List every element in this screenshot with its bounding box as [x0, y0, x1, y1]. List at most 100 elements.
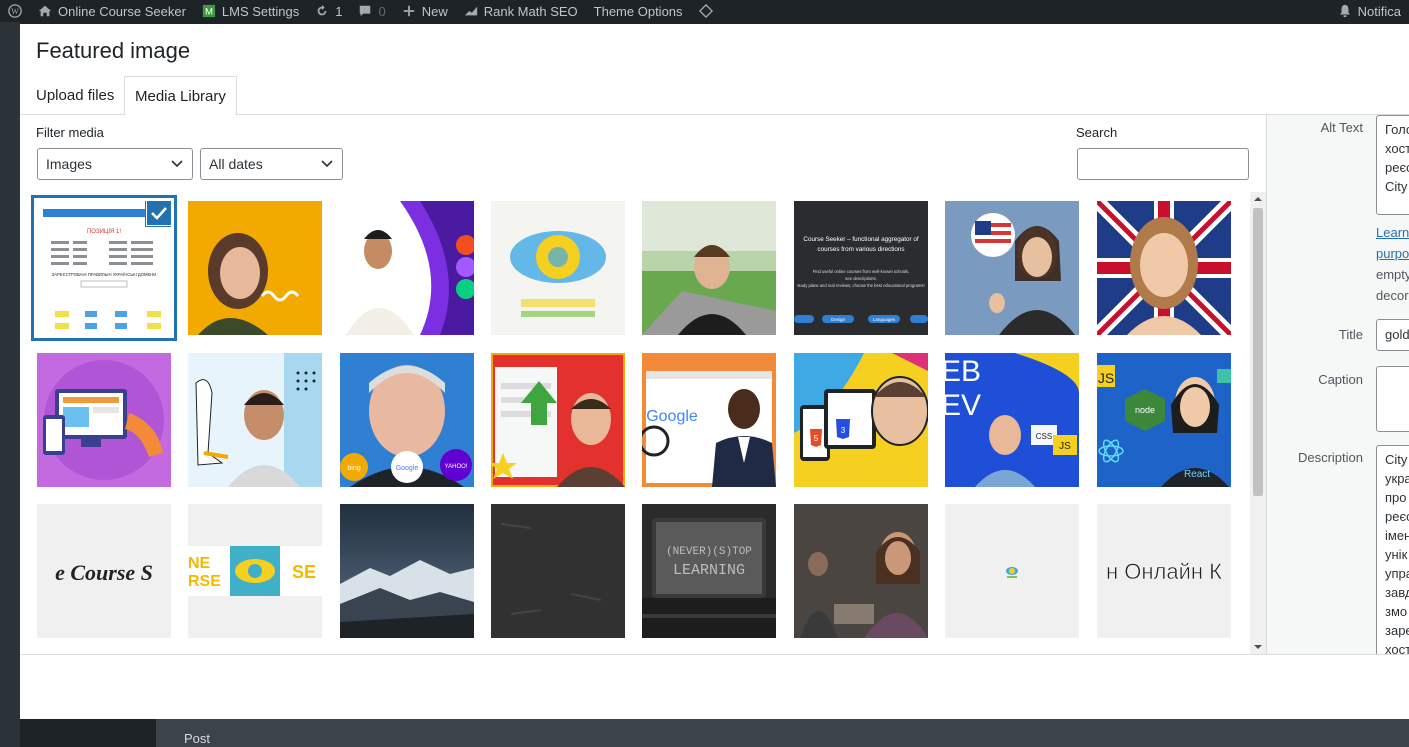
- learn-link[interactable]: Learn: [1376, 225, 1409, 240]
- wp-logo-menu[interactable]: W: [0, 0, 30, 22]
- attachment-thumb[interactable]: [188, 201, 322, 335]
- new-content-menu[interactable]: New: [394, 0, 456, 22]
- alt-text-field[interactable]: Голо хост реєс City: [1376, 115, 1409, 215]
- purpose-link[interactable]: purpo: [1376, 246, 1409, 261]
- thumb-heading-2: courses from various directions: [817, 246, 904, 253]
- attachment-preview: [794, 504, 928, 638]
- title-label: Title: [1338, 327, 1363, 342]
- attachment-preview: EB EV CSS JS: [945, 353, 1079, 487]
- attachment-thumb[interactable]: [642, 201, 776, 335]
- rank-math-icon: [464, 6, 477, 16]
- attachment-thumb[interactable]: Google: [642, 353, 776, 487]
- attachment-thumb[interactable]: e Course S: [37, 504, 171, 638]
- scroll-down-icon[interactable]: [1253, 642, 1263, 652]
- title-field[interactable]: gold: [1376, 319, 1409, 351]
- attachment-thumb[interactable]: [794, 504, 928, 638]
- description-field[interactable]: City укра про реєс імен унік упра завд з…: [1376, 445, 1409, 654]
- comment-icon: [360, 5, 371, 17]
- attachment-thumb[interactable]: EB EV CSS JS: [945, 353, 1079, 487]
- updates-menu[interactable]: 1: [307, 0, 350, 22]
- caption-label: Caption: [1318, 372, 1363, 387]
- description-line: City: [1385, 452, 1408, 467]
- media-grid: ПОЗИЦІЯ 1! ЗАРЕЄСТРОВАНІ ПРАВИЛЬНІ УКРАЇ…: [20, 192, 1252, 654]
- attachment-thumb[interactable]: 5 3: [794, 353, 928, 487]
- site-name-menu[interactable]: Online Course Seeker: [30, 0, 194, 22]
- lms-icon: M: [202, 4, 216, 18]
- attachment-thumb[interactable]: [340, 504, 474, 638]
- updates-icon: [317, 4, 327, 16]
- attachment-thumb[interactable]: [340, 201, 474, 335]
- tab-upload-files[interactable]: Upload files: [26, 76, 124, 115]
- attachment-thumb[interactable]: [491, 504, 625, 638]
- alt-help-empty: empty: [1376, 267, 1409, 282]
- attachment-thumb[interactable]: JS node React: [1097, 353, 1231, 487]
- comments-count: 0: [378, 3, 386, 19]
- scrollbar-thumb[interactable]: [1253, 208, 1263, 496]
- new-label: New: [421, 3, 448, 19]
- modal-toolbar: [20, 654, 1409, 719]
- attachment-thumb[interactable]: [37, 353, 171, 487]
- checkmark-icon[interactable]: [147, 201, 171, 225]
- attachment-preview: н Онлайн К: [1097, 504, 1231, 638]
- caption-field[interactable]: [1376, 366, 1409, 432]
- attachment-thumb[interactable]: н Онлайн К: [1097, 504, 1231, 638]
- grid-scrollbar[interactable]: [1250, 192, 1266, 654]
- admin-sidebar-menu: [0, 22, 20, 747]
- scroll-up-icon[interactable]: [1253, 194, 1263, 204]
- thumb-node-label: node: [1135, 405, 1155, 415]
- attachment-preview: e Course S: [37, 504, 171, 638]
- thumb-learning: LEARNING: [673, 562, 745, 579]
- thumb-html5: 5: [814, 434, 819, 443]
- attachment-preview: Google: [642, 353, 776, 487]
- tab-media-library[interactable]: Media Library: [124, 76, 237, 116]
- attachment-thumb[interactable]: [188, 353, 322, 487]
- thumb-script-text: e Course S: [55, 560, 153, 585]
- attachment-preview: [642, 201, 776, 335]
- media-type-select[interactable]: Images: [37, 148, 193, 180]
- thumb-caption: ЗАРЕЄСТРОВАНІ ПРАВИЛЬНІ УКРАЇНСЬКІ ДОМЕН…: [52, 272, 157, 277]
- attachment-thumb[interactable]: [945, 201, 1079, 335]
- attachment-thumb[interactable]: (NEVER)(S)TOP LEARNING: [642, 504, 776, 638]
- notifications-label: Notifica: [1357, 3, 1401, 19]
- attachment-preview: [188, 353, 322, 487]
- attachment-thumb[interactable]: Course Seeker – functional aggregator of…: [794, 201, 928, 335]
- attachment-thumb[interactable]: [945, 504, 1079, 638]
- attachment-thumb[interactable]: [1097, 201, 1231, 335]
- thumb-cyrillic-text: н Онлайн К: [1106, 559, 1222, 584]
- attachment-preview: [491, 201, 625, 335]
- date-value: All dates: [209, 156, 263, 172]
- attachment-preview: [945, 201, 1079, 335]
- thumb-google-text: Google: [646, 408, 698, 425]
- description-line: хост: [1385, 642, 1409, 654]
- media-modal: Featured image Upload files Media Librar…: [20, 24, 1409, 719]
- alt-text-line: реєс: [1385, 160, 1409, 175]
- attachment-thumb[interactable]: bing Google YAHOO!: [340, 353, 474, 487]
- search-input[interactable]: [1077, 148, 1249, 180]
- alt-text-line: Голо: [1385, 122, 1409, 137]
- attachment-details: Alt Text Голо хост реєс City Learn purpo…: [1266, 115, 1409, 654]
- alt-text-help: Learn purpo empty decor: [1376, 222, 1409, 306]
- thumb-css-label: CSS: [1036, 432, 1052, 441]
- diamond-icon: [698, 4, 713, 18]
- date-select[interactable]: All dates: [200, 148, 343, 180]
- notifications-menu[interactable]: Notifica: [1330, 0, 1409, 22]
- description-line: заре: [1385, 623, 1409, 638]
- attachment-thumb[interactable]: NE RSE SE: [188, 504, 322, 638]
- chevron-down-icon: [321, 160, 333, 168]
- attachment-thumb[interactable]: ПОЗИЦІЯ 1! ЗАРЕЄСТРОВАНІ ПРАВИЛЬНІ УКРАЇ…: [37, 201, 171, 335]
- description-label: Description: [1297, 450, 1363, 465]
- admin-bar: W Online Course Seeker M LMS Settings 1 …: [0, 0, 1409, 22]
- attachment-preview: JS node React: [1097, 353, 1231, 487]
- home-icon: [38, 5, 52, 17]
- attachment-thumb[interactable]: [491, 201, 625, 335]
- rank-math-menu[interactable]: Rank Math SEO: [456, 0, 586, 22]
- lms-settings-menu[interactable]: M LMS Settings: [194, 0, 307, 22]
- site-name: Online Course Seeker: [58, 3, 186, 19]
- diamond-menu[interactable]: [691, 0, 721, 22]
- attachment-preview: 5 3: [794, 353, 928, 487]
- attachment-thumb[interactable]: [491, 353, 625, 487]
- theme-options-menu[interactable]: Theme Options: [586, 0, 691, 22]
- comments-menu[interactable]: 0: [350, 0, 393, 22]
- thumb-rse: RSE: [188, 573, 221, 590]
- chevron-down-icon: [171, 160, 183, 168]
